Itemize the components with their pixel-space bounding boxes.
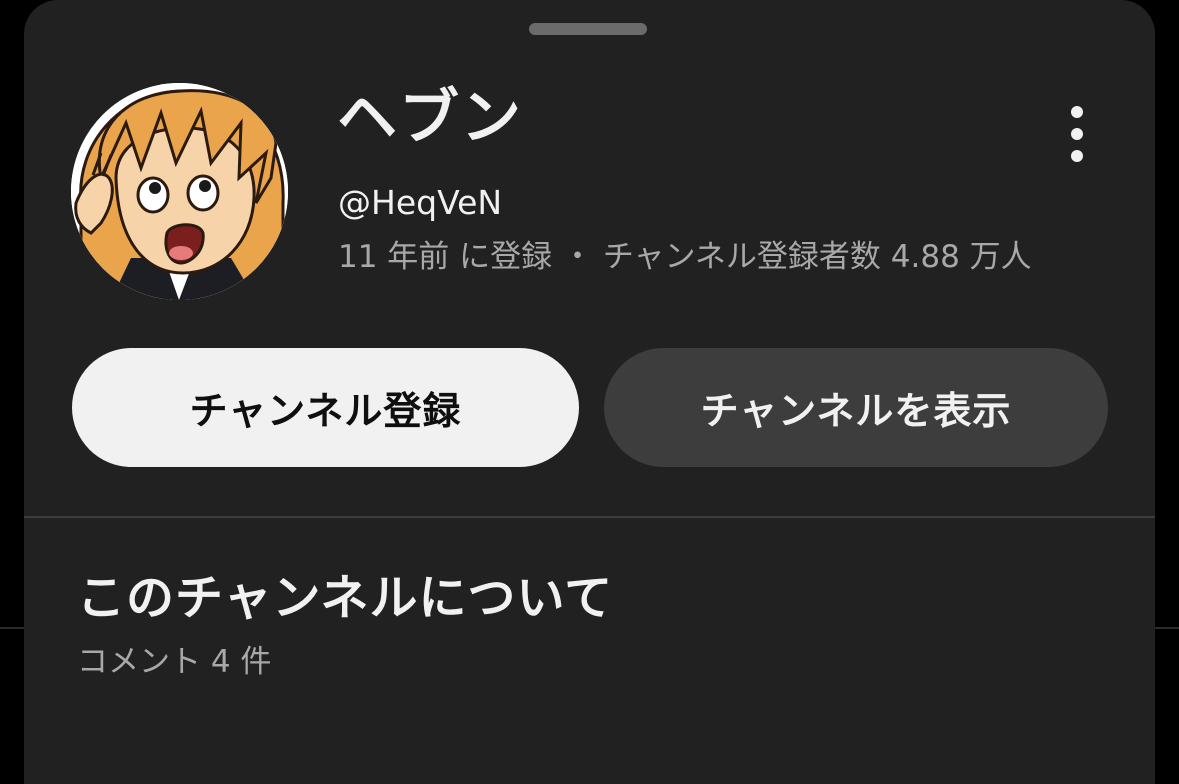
comment-count: コメント 4 件 bbox=[77, 644, 272, 680]
channel-bottom-sheet: ヘブン @HeqVeN 11 年前 に登録 ・ チャンネル登録者数 4.88 万… bbox=[24, 0, 1155, 784]
more-options-button[interactable] bbox=[1055, 106, 1099, 162]
more-vertical-icon-dot bbox=[1071, 150, 1083, 162]
view-channel-button[interactable]: チャンネルを表示 bbox=[604, 348, 1108, 467]
cartoon-avatar-icon bbox=[71, 83, 288, 300]
backdrop-divider-left bbox=[0, 627, 24, 629]
more-vertical-icon bbox=[1071, 106, 1083, 118]
channel-name: ヘブン bbox=[337, 83, 523, 153]
more-vertical-icon-dot bbox=[1071, 128, 1083, 140]
drag-handle[interactable] bbox=[529, 23, 647, 35]
backdrop-divider-right bbox=[1155, 627, 1179, 629]
subscribe-button[interactable]: チャンネル登録 bbox=[72, 348, 579, 467]
about-channel-heading[interactable]: このチャンネルについて bbox=[77, 574, 613, 622]
channel-handle: @HeqVeN bbox=[338, 183, 503, 222]
section-divider bbox=[24, 516, 1155, 518]
channel-avatar[interactable] bbox=[71, 83, 288, 300]
channel-meta: 11 年前 に登録 ・ チャンネル登録者数 4.88 万人 bbox=[338, 239, 1032, 275]
